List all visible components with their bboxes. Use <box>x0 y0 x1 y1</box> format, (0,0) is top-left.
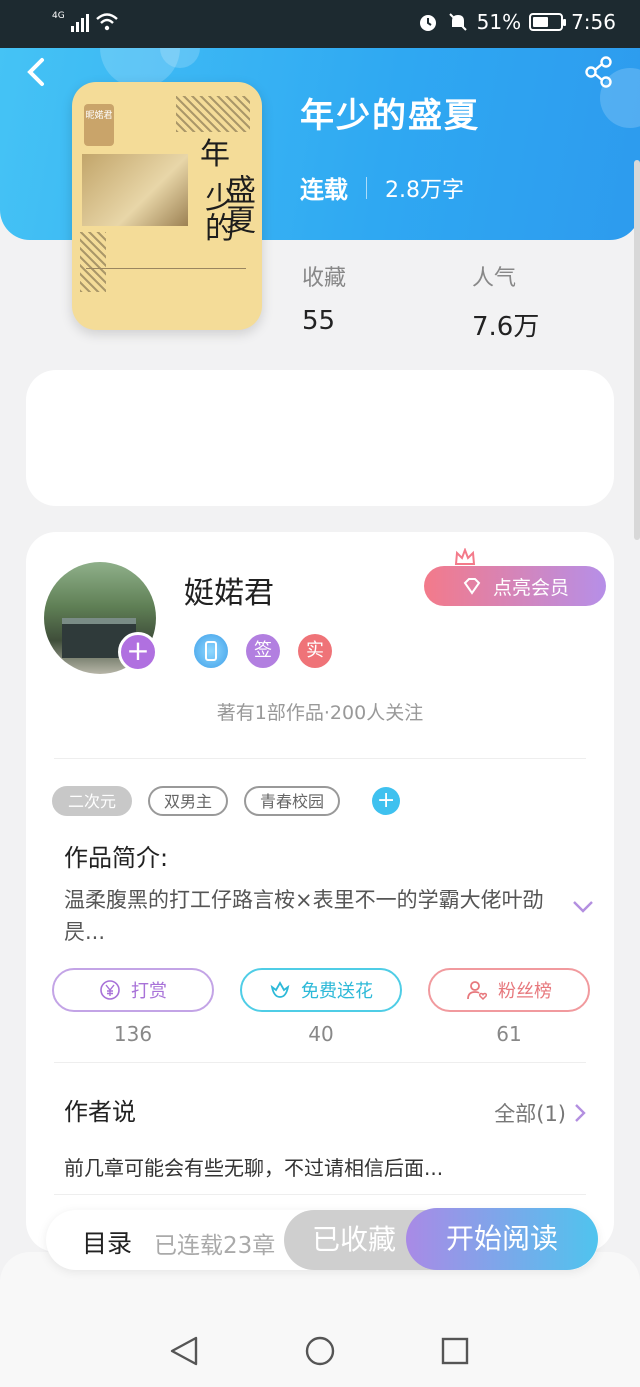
vip-label: 点亮会员 <box>492 576 569 599</box>
divider <box>54 758 586 759</box>
cover-publisher-mark: 昵婼君 <box>84 104 114 146</box>
author-name[interactable]: 娗婼君 <box>184 568 274 612</box>
nav-home-icon[interactable] <box>305 1336 335 1366</box>
vip-button[interactable]: 点亮会员 <box>424 566 606 606</box>
scrollbar[interactable] <box>634 160 640 540</box>
divider <box>54 1194 586 1195</box>
tip-count: 136 <box>113 1022 153 1046</box>
meta-divider <box>366 176 367 199</box>
stat-favorites-label: 收藏 <box>302 266 347 291</box>
back-icon[interactable] <box>22 54 52 90</box>
divider <box>54 1062 586 1063</box>
view-all-link[interactable]: 全部(1) <box>494 1098 586 1128</box>
fans-action: 粉丝榜 61 <box>428 968 590 1046</box>
word-count: 2.8万字 <box>385 177 464 203</box>
crown-icon <box>454 548 476 565</box>
yen-icon <box>100 980 120 1000</box>
stat-favorites: 收藏 55 <box>302 260 346 336</box>
detail-card: + 娗婼君 点亮会员 签 实 著有1部作品·200人关注 二次元 双男主 青春校… <box>26 532 614 1252</box>
fan-rank-label: 粉丝榜 <box>498 981 552 1002</box>
tip-action: 打赏 136 <box>52 968 214 1046</box>
intro-text: 温柔腹黑的打工仔路言桉×表里不一的学霸大佬叶劭昃... <box>64 888 544 944</box>
chevron-right-icon <box>575 1104 586 1122</box>
cover-footer <box>86 268 246 296</box>
book-cover[interactable]: 昵婼君 年 盛夏 少的 <box>72 82 262 330</box>
phone-badge-icon <box>194 634 228 668</box>
system-nav-bar <box>170 1336 469 1366</box>
start-reading-button[interactable]: 开始阅读 <box>406 1208 598 1270</box>
mute-icon <box>448 13 467 31</box>
tag-list: 二次元 双男主 青春校园 + <box>52 786 401 816</box>
send-flower-label: 免费送花 <box>301 981 373 1002</box>
flower-icon <box>270 981 290 998</box>
serial-status: 连载 <box>300 176 348 204</box>
cover-title-1: 年 <box>200 137 230 172</box>
view-all-label: 全部(1) <box>494 1102 566 1126</box>
tip-label: 打赏 <box>131 981 167 1002</box>
add-tag-button[interactable]: + <box>372 787 401 815</box>
blank-card <box>26 370 614 506</box>
stat-favorites-value: 55 <box>302 306 336 336</box>
tag-item[interactable]: 二次元 <box>52 786 133 816</box>
stat-popularity-label: 人气 <box>472 266 517 291</box>
stat-popularity: 人气 7.6万 <box>472 260 539 343</box>
send-flower-button[interactable]: 免费送花 <box>240 968 402 1012</box>
clock: 7:56 <box>571 10 616 34</box>
author-says-text: 前几章可能会有些无聊，不过请相信后面... <box>64 1156 444 1180</box>
fan-rank-button[interactable]: 粉丝榜 <box>428 968 590 1012</box>
nav-back-icon[interactable] <box>170 1336 198 1366</box>
verified-badge: 实 <box>298 634 332 668</box>
chevron-down-icon[interactable] <box>572 900 594 914</box>
works-summary: 著有1部作品·200人关注 <box>216 702 424 724</box>
book-title: 年少的盛夏 <box>300 96 480 136</box>
toc-button[interactable]: 目录 <box>82 1224 132 1260</box>
network-type: 4G <box>52 11 65 21</box>
follow-author-button[interactable]: + <box>118 632 158 672</box>
signed-badge: 签 <box>246 634 280 668</box>
share-icon[interactable] <box>584 56 614 88</box>
user-heart-icon <box>467 981 488 1001</box>
chapter-count: 已连载23章 <box>154 1233 276 1259</box>
action-row: 打赏 136 免费送花 40 粉丝榜 61 <box>52 968 590 1046</box>
flower-action: 免费送花 40 <box>240 968 402 1046</box>
tag-item[interactable]: 青春校园 <box>244 786 341 816</box>
tip-button[interactable]: 打赏 <box>52 968 214 1012</box>
book-meta: 连载 2.8万字 <box>300 170 464 205</box>
battery-icon <box>529 13 567 31</box>
diamond-icon <box>463 578 481 595</box>
fans-count: 61 <box>496 1022 522 1046</box>
battery-percent: 51% <box>476 10 522 34</box>
cover-title-3: 少的 <box>199 182 234 242</box>
flower-count: 40 <box>308 1022 334 1046</box>
author-badges: 签 实 <box>194 634 332 668</box>
tag-item[interactable]: 双男主 <box>148 786 229 816</box>
cover-illustration <box>82 154 188 226</box>
wifi-icon <box>95 13 118 31</box>
intro-heading: 作品简介: <box>64 844 169 872</box>
status-bar: 4G 51% 7:56 <box>0 0 640 48</box>
signal-icon <box>70 12 89 32</box>
alarm-icon <box>419 15 436 31</box>
nav-recents-icon[interactable] <box>441 1337 469 1365</box>
stat-popularity-value: 7.6万 <box>472 312 540 342</box>
author-says-heading: 作者说 <box>64 1098 136 1126</box>
